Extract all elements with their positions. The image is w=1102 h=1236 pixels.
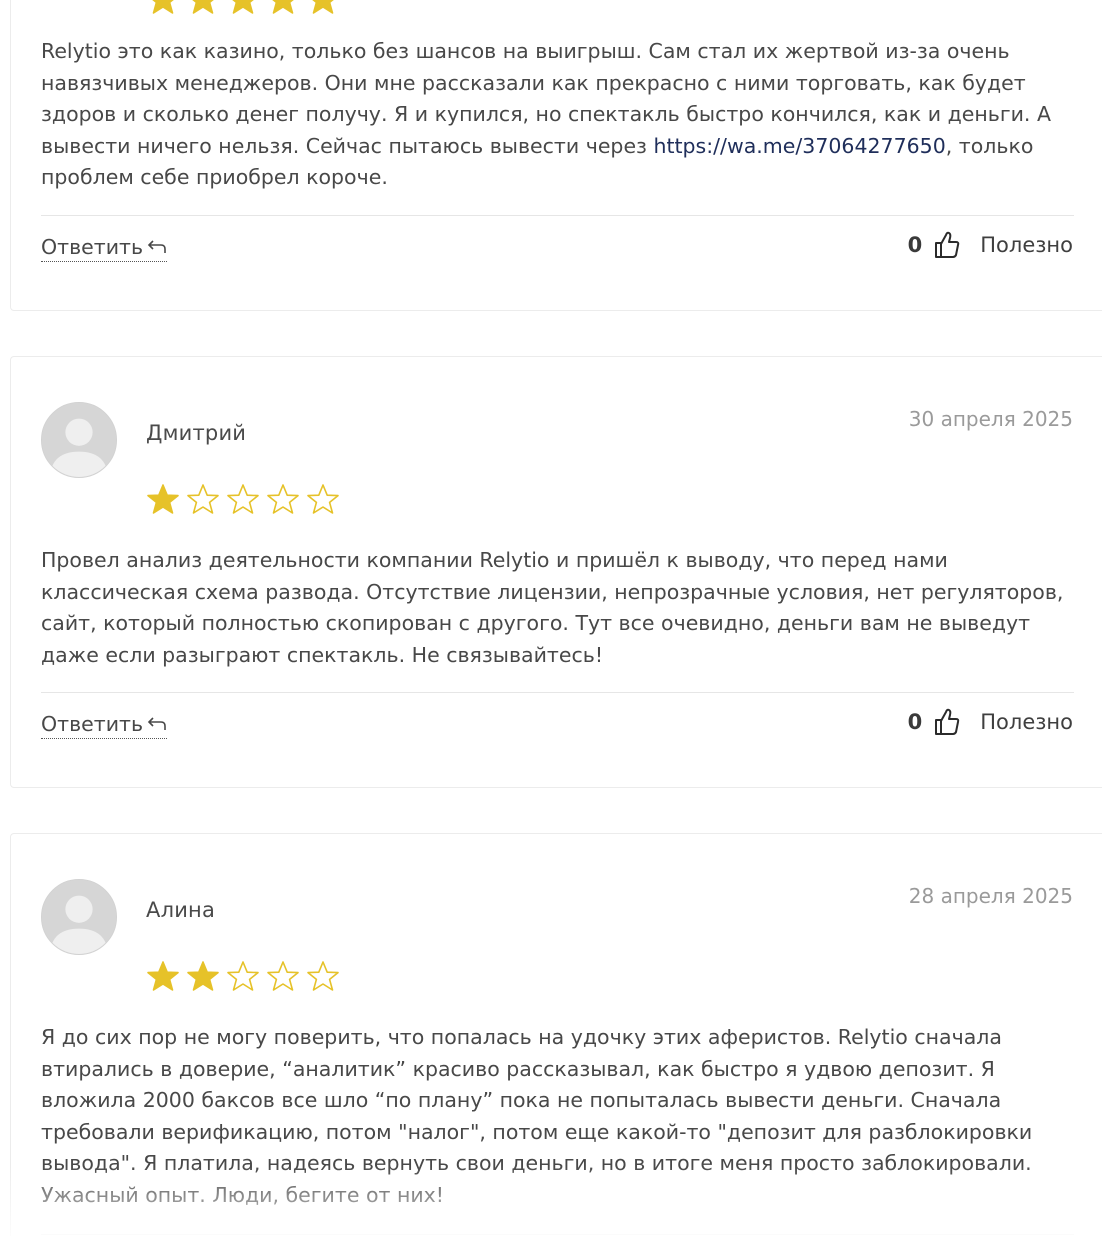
review-text: Я до сих пор не могу поверить, что попал… — [41, 1025, 1033, 1207]
rating-stars — [146, 483, 340, 517]
star-filled-icon — [187, 961, 219, 991]
review-card: Дмитрий 30 апреля 2025 Провел анализ дея… — [10, 356, 1102, 788]
rating-stars — [146, 960, 340, 994]
star-empty-icon — [227, 961, 259, 991]
useful-button[interactable]: Полезно — [980, 233, 1073, 257]
star-filled-icon — [152, 0, 174, 14]
divider — [41, 692, 1074, 693]
reply-arrow-icon — [147, 717, 166, 730]
useful-count: 0 — [907, 233, 923, 257]
star-empty-icon — [307, 484, 339, 514]
useful-block: 0 Полезно — [908, 231, 1073, 259]
star-filled-icon — [192, 0, 214, 14]
review-date: 28 апреля 2025 — [908, 884, 1073, 908]
reply-label: Ответить — [41, 712, 144, 736]
rating-stars — [146, 0, 340, 17]
reply-button[interactable]: Ответить — [41, 712, 168, 739]
star-empty-icon — [187, 484, 219, 514]
useful-button[interactable]: Полезно — [980, 710, 1073, 734]
review-text: Провел анализ деятельности компании Rely… — [41, 548, 1064, 667]
star-filled-icon — [147, 961, 179, 991]
avatar — [41, 879, 117, 955]
review-date: 30 апреля 2025 — [908, 407, 1073, 431]
star-empty-icon — [267, 961, 299, 991]
thumbs-up-icon[interactable] — [934, 231, 960, 259]
reply-label: Ответить — [41, 235, 144, 259]
star-empty-icon — [307, 961, 339, 991]
star-empty-icon — [227, 484, 259, 514]
reply-button[interactable]: Ответить — [41, 235, 168, 262]
divider — [41, 1234, 1074, 1235]
avatar — [41, 402, 117, 478]
review-card: Алина 28 апреля 2025 Я до сих пор не мог… — [10, 833, 1102, 1236]
star-filled-icon — [147, 484, 179, 514]
useful-block: 0 Полезно — [908, 708, 1073, 736]
star-empty-icon — [267, 484, 299, 514]
star-filled-icon — [232, 0, 254, 14]
star-filled-icon — [272, 0, 294, 14]
review-card: Relytio это как казино, только без шансо… — [10, 0, 1102, 311]
review-link[interactable]: https://wa.me/37064277650 — [653, 134, 945, 158]
star-filled-icon — [312, 0, 334, 14]
review-text: Relytio это как казино, только без шансо… — [41, 36, 1077, 194]
user-placeholder-icon — [42, 880, 116, 954]
useful-count: 0 — [907, 710, 923, 734]
user-placeholder-icon — [42, 403, 116, 477]
review-author: Алина — [146, 898, 216, 922]
reply-arrow-icon — [147, 240, 166, 253]
review-author: Дмитрий — [146, 421, 247, 445]
thumbs-up-icon[interactable] — [934, 708, 960, 736]
divider — [41, 215, 1074, 216]
